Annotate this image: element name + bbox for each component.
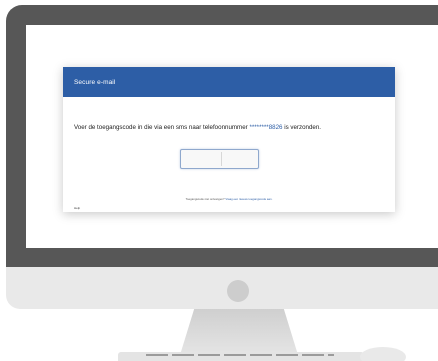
access-code-input[interactable] bbox=[180, 149, 259, 169]
code-input-divider bbox=[221, 152, 222, 166]
resend-row: Toegangscode niet ontvangen? Vraag een n… bbox=[63, 197, 395, 201]
secure-email-dialog: Secure e-mail Voer de toegangscode in di… bbox=[63, 67, 395, 212]
dialog-title: Secure e-mail bbox=[74, 78, 116, 86]
keyboard-stripes bbox=[146, 354, 334, 356]
message-prefix: Voer de toegangscode in die via een sms … bbox=[74, 124, 248, 131]
power-button bbox=[227, 280, 249, 302]
masked-phone-number: ********8826 bbox=[249, 124, 283, 131]
resend-prompt: Toegangscode niet ontvangen? bbox=[185, 197, 225, 201]
scene: Secure e-mail Voer de toegangscode in di… bbox=[0, 0, 438, 361]
dialog-header: Secure e-mail bbox=[63, 67, 395, 97]
monitor-bezel: Secure e-mail Voer de toegangscode in di… bbox=[6, 5, 438, 267]
monitor-screen: Secure e-mail Voer de toegangscode in di… bbox=[26, 25, 438, 248]
help-link[interactable]: Help bbox=[74, 206, 80, 210]
access-code-instruction: Voer de toegangscode in die via een sms … bbox=[74, 124, 394, 131]
monitor-stand bbox=[180, 309, 298, 355]
message-suffix: is verzonden. bbox=[284, 124, 322, 131]
mouse-shape bbox=[360, 347, 406, 361]
monitor-chin bbox=[6, 267, 438, 309]
resend-code-link[interactable]: Vraag een nieuwe toegangscode aan. bbox=[225, 197, 272, 201]
